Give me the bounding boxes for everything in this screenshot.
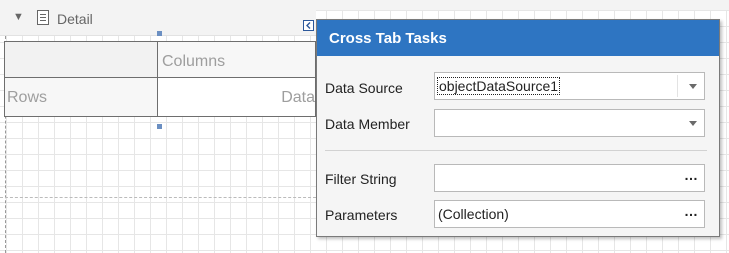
band-header-strip bbox=[316, 0, 729, 10]
data-source-value: objectDataSource1 bbox=[436, 77, 561, 95]
band-separator-line bbox=[0, 197, 316, 198]
dropdown-separator bbox=[677, 75, 678, 97]
cross-tab-control[interactable]: Columns Rows Data bbox=[4, 41, 316, 117]
filter-string-field[interactable]: … bbox=[434, 164, 705, 192]
dropdown-arrow-icon[interactable] bbox=[689, 121, 697, 126]
selection-handle-top[interactable] bbox=[157, 31, 162, 36]
band-title: Detail bbox=[57, 11, 93, 27]
parameters-ellipsis-button[interactable]: … bbox=[684, 203, 698, 219]
data-source-dropdown[interactable]: objectDataSource1 bbox=[434, 72, 705, 100]
tasks-panel-title: Cross Tab Tasks bbox=[329, 30, 447, 47]
band-detail-icon bbox=[37, 10, 49, 25]
cross-tab-corner-cell[interactable] bbox=[5, 42, 158, 78]
filter-string-ellipsis-button[interactable]: … bbox=[684, 167, 698, 183]
cross-tab-rows-cell[interactable]: Rows bbox=[5, 78, 158, 116]
dropdown-arrow-icon[interactable] bbox=[689, 84, 697, 89]
data-member-dropdown[interactable] bbox=[434, 109, 705, 137]
parameters-value: (Collection) bbox=[438, 206, 509, 222]
cross-tab-data-cell[interactable]: Data bbox=[158, 78, 315, 116]
filter-string-label: Filter String bbox=[325, 171, 397, 187]
parameters-field[interactable]: (Collection) … bbox=[434, 200, 705, 228]
cross-tab-columns-cell[interactable]: Columns bbox=[158, 42, 315, 78]
cross-tab-tasks-panel: Cross Tab Tasks Data Source objectDataSo… bbox=[316, 19, 720, 237]
parameters-label: Parameters bbox=[325, 207, 398, 223]
smart-tag-arrow-icon[interactable] bbox=[303, 20, 314, 31]
collapse-band-toggle[interactable]: ▼ bbox=[13, 11, 24, 23]
data-source-label: Data Source bbox=[325, 80, 403, 96]
data-member-label: Data Member bbox=[325, 116, 410, 132]
section-divider bbox=[325, 150, 707, 151]
selection-handle-bottom[interactable] bbox=[157, 124, 162, 129]
tasks-panel-header: Cross Tab Tasks bbox=[317, 20, 719, 56]
